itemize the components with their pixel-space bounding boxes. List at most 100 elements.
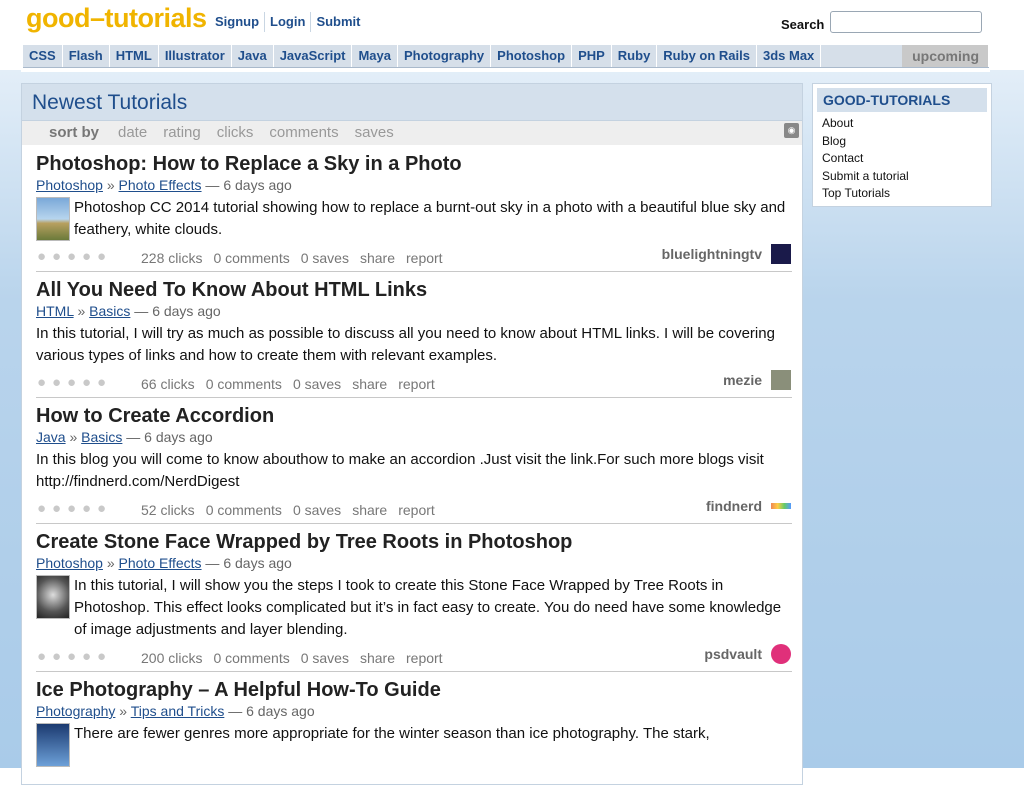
sort-date[interactable]: date — [118, 124, 147, 141]
report-link[interactable]: report — [406, 650, 443, 666]
category-php[interactable]: PHP — [572, 45, 612, 67]
site-logo[interactable]: good–tutorials — [26, 3, 207, 34]
report-link[interactable]: report — [398, 502, 435, 518]
tutorial-title[interactable]: All You Need To Know About HTML Links — [36, 278, 792, 302]
upcoming-tab[interactable]: upcoming — [902, 45, 989, 67]
sort-saves[interactable]: saves — [355, 124, 394, 141]
comments-link[interactable]: 0 comments — [206, 502, 282, 518]
category-css[interactable]: CSS — [23, 45, 63, 67]
rating-star-icon[interactable]: ● — [52, 249, 66, 264]
category-flash[interactable]: Flash — [63, 45, 110, 67]
rating-star-icon[interactable]: ● — [82, 649, 96, 664]
rating-stars[interactable]: ● ● ● ● ● — [37, 649, 111, 664]
category-illustrator[interactable]: Illustrator — [159, 45, 232, 67]
tutorial-title[interactable]: Create Stone Face Wrapped by Tree Roots … — [36, 530, 792, 554]
avatar[interactable] — [771, 644, 791, 664]
rating-star-icon[interactable]: ● — [97, 501, 111, 516]
category-photoshop[interactable]: Photoshop — [491, 45, 573, 67]
login-link[interactable]: Login — [264, 12, 310, 32]
rating-star-icon[interactable]: ● — [67, 649, 81, 664]
report-link[interactable]: report — [398, 376, 435, 392]
sidebar-item-top[interactable]: Top Tutorials — [822, 185, 909, 203]
subcategory-link[interactable]: Tips and Tricks — [131, 703, 225, 719]
rating-star-icon[interactable]: ● — [37, 249, 51, 264]
sort-rating[interactable]: rating — [163, 124, 201, 141]
sidebar-item-blog[interactable]: Blog — [822, 133, 909, 151]
share-link[interactable]: share — [352, 376, 387, 392]
saves-link[interactable]: 0 saves — [293, 376, 341, 392]
category-maya[interactable]: Maya — [352, 45, 398, 67]
share-link[interactable]: share — [352, 502, 387, 518]
avatar[interactable] — [771, 503, 791, 509]
category-3ds-max[interactable]: 3ds Max — [757, 45, 822, 67]
category-html[interactable]: HTML — [110, 45, 159, 67]
share-link[interactable]: share — [360, 250, 395, 266]
category-link[interactable]: HTML — [36, 303, 74, 319]
author-name[interactable]: psdvault — [704, 646, 762, 662]
author-name[interactable]: mezie — [723, 372, 762, 388]
rating-star-icon[interactable]: ● — [52, 375, 66, 390]
comments-link[interactable]: 0 comments — [213, 250, 289, 266]
sidebar-item-submit[interactable]: Submit a tutorial — [822, 168, 909, 186]
rating-star-icon[interactable]: ● — [82, 375, 96, 390]
sidebar-item-contact[interactable]: Contact — [822, 150, 909, 168]
tutorial-title[interactable]: Ice Photography – A Helpful How-To Guide — [36, 678, 792, 702]
category-javascript[interactable]: JavaScript — [274, 45, 353, 67]
search-input[interactable] — [830, 11, 982, 33]
category-link[interactable]: Photoshop — [36, 555, 103, 571]
rating-stars[interactable]: ● ● ● ● ● — [37, 501, 111, 516]
subcategory-link[interactable]: Basics — [89, 303, 130, 319]
rating-stars[interactable]: ● ● ● ● ● — [37, 249, 111, 264]
tutorial-title[interactable]: Photoshop: How to Replace a Sky in a Pho… — [36, 152, 792, 176]
author-name[interactable]: bluelightningtv — [662, 246, 762, 262]
breadcrumb: Photography » Tips and Tricks — 6 days a… — [36, 703, 315, 719]
tutorial-title[interactable]: How to Create Accordion — [36, 404, 792, 428]
rating-star-icon[interactable]: ● — [52, 501, 66, 516]
age: 6 days ago — [246, 703, 315, 719]
category-link[interactable]: Photography — [36, 703, 115, 719]
report-link[interactable]: report — [406, 250, 443, 266]
author-name[interactable]: findnerd — [706, 498, 762, 514]
rating-star-icon[interactable]: ● — [67, 249, 81, 264]
avatar[interactable] — [771, 244, 791, 264]
subcategory-link[interactable]: Photo Effects — [119, 177, 202, 193]
rating-stars[interactable]: ● ● ● ● ● — [37, 375, 111, 390]
category-java[interactable]: Java — [232, 45, 274, 67]
rating-star-icon[interactable]: ● — [67, 501, 81, 516]
category-ruby-on-rails[interactable]: Ruby on Rails — [657, 45, 757, 67]
share-link[interactable]: share — [360, 650, 395, 666]
rating-star-icon[interactable]: ● — [97, 375, 111, 390]
category-link[interactable]: Photoshop — [36, 177, 103, 193]
signup-link[interactable]: Signup — [210, 12, 264, 32]
clicks-count: 228 clicks — [141, 250, 203, 266]
thumbnail[interactable] — [36, 197, 70, 241]
sort-bar: sort by date rating clicks comments save… — [22, 121, 802, 145]
sidebar-item-about[interactable]: About — [822, 115, 909, 133]
comments-link[interactable]: 0 comments — [206, 376, 282, 392]
rating-star-icon[interactable]: ● — [37, 501, 51, 516]
rss-icon[interactable]: ◉ — [784, 123, 799, 138]
rating-star-icon[interactable]: ● — [67, 375, 81, 390]
subcategory-link[interactable]: Basics — [81, 429, 122, 445]
rating-star-icon[interactable]: ● — [37, 375, 51, 390]
rating-star-icon[interactable]: ● — [37, 649, 51, 664]
avatar[interactable] — [771, 370, 791, 390]
rating-star-icon[interactable]: ● — [82, 249, 96, 264]
saves-link[interactable]: 0 saves — [293, 502, 341, 518]
submit-link[interactable]: Submit — [310, 12, 365, 32]
category-link[interactable]: Java — [36, 429, 66, 445]
comments-link[interactable]: 0 comments — [213, 650, 289, 666]
rating-star-icon[interactable]: ● — [97, 649, 111, 664]
saves-link[interactable]: 0 saves — [301, 250, 349, 266]
rating-star-icon[interactable]: ● — [97, 249, 111, 264]
category-ruby[interactable]: Ruby — [612, 45, 658, 67]
rating-star-icon[interactable]: ● — [82, 501, 96, 516]
rating-star-icon[interactable]: ● — [52, 649, 66, 664]
thumbnail[interactable] — [36, 723, 70, 767]
saves-link[interactable]: 0 saves — [301, 650, 349, 666]
subcategory-link[interactable]: Photo Effects — [119, 555, 202, 571]
sort-clicks[interactable]: clicks — [217, 124, 254, 141]
thumbnail[interactable] — [36, 575, 70, 619]
category-photography[interactable]: Photography — [398, 45, 492, 67]
sort-comments[interactable]: comments — [269, 124, 338, 141]
